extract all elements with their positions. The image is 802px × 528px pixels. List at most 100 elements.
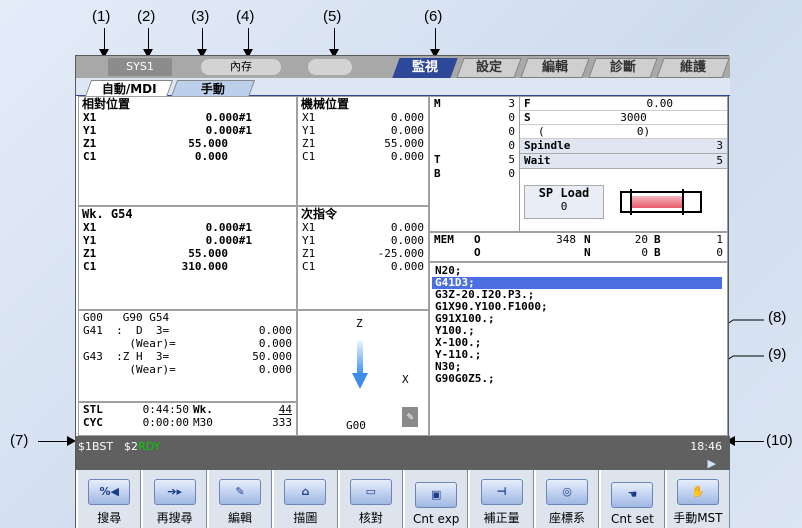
alarm-indicator [308,59,352,75]
system-indicator: SYS1 [108,58,172,76]
work-axis-y: Y1 [83,234,97,247]
function-key-label: Cnt exp [413,512,460,526]
page-next-icon[interactable]: ▶ [708,457,716,470]
tab-monitor[interactable]: 監視 [392,58,458,78]
check-icon: ▭ [349,479,392,505]
next-value-z: -25.000 [377,247,424,260]
next-value-x: 0.000 [390,221,424,234]
program-o-value-1: 348 [556,233,576,246]
function-key-1[interactable]: %◀ 搜尋 [76,470,142,528]
spindle-value: 3 [716,139,723,152]
function-key-label: 描圖 [293,511,318,525]
work-coordinate-title: Wk. G54 [82,207,133,221]
tab-diagnosis[interactable]: 診斷 [588,58,658,78]
m-code-value-2: 0 [508,111,515,124]
coordinate-icon: ◎ [546,479,589,505]
next-command-title: 次指令 [301,207,338,221]
function-key-bar: %◀ 搜尋 ➔▸ 再搜尋 ✎ 編輯 ⌂ 描圖 ▭ 核對 ▣ Cnt exp ⊣ 補正量 ◎ 座標系 ☚ Cnt s… [76,470,731,528]
feed-spindle-panel: F 0.00 S 3000 (0) Spindle 3 Wait 5 SP Load 0 [519,96,728,232]
cyc-label: CYC [83,416,103,429]
function-key-label: Cnt set [611,512,654,526]
next-value-c: 0.000 [390,260,424,273]
research-icon: ➔▸ [153,479,196,505]
relative-axis-c: C1 [83,150,97,163]
work-coordinate-panel: Wk. G54 X1 0.000#1 Y1 0.000#1 Z1 55.000 C1 3… [78,206,297,310]
cycle-time-panel: STL 0:44:50 Wk. 44 CYC 0:00:00 M30 333 [78,402,297,436]
search-icon: %◀ [88,479,131,505]
modal-g41-wear-value: 0.000 [258,337,292,350]
modal-g43-wear-label: (Wear)= [83,363,176,376]
block-b-label-1: B [654,233,661,246]
tool-axis-view: Z X G00 ✎ [297,310,429,436]
cnc-screen: SYS1 內存 監視 設定 編輯 診斷 維護 自動/MDI 手動 相對位置 X1… [75,55,731,528]
work-axis-z: Z1 [83,247,97,260]
machine-axis-z: Z1 [302,137,316,150]
work-value-z: 55.000 [188,247,228,260]
function-key-3[interactable]: ✎ 編輯 [206,470,273,528]
stl-label: STL [83,403,103,416]
sequence-n-value-1: 20 [634,233,648,246]
program-listing[interactable]: N20; G41D3; G3Z-20.I20.P3.; G1X90.Y100.F100… [429,262,728,436]
function-key-2[interactable]: ➔▸ 再搜尋 [141,470,207,528]
spindle-speed-value: 3000 [620,111,647,124]
spindle-load-label: SP Load [538,186,590,200]
mtb-code-panel: M 3 0 0 0 T 5 B 0 [429,96,519,232]
tab-maintenance[interactable]: 維護 [656,58,730,78]
work-value-x: 0.000#1 [205,221,252,234]
spindle-speed-label: S [524,111,531,124]
work-count-label: Wk. [193,403,213,416]
machine-value-z: 55.000 [384,137,424,150]
manual-mst-icon: ✋ [676,479,719,505]
spindle-load-box: SP Load 0 [524,185,604,219]
work-axis-c: C1 [83,260,97,273]
status-bar-lower: ▶ [76,457,730,470]
spindle-load-meter [620,189,702,215]
wait-label: Wait [524,154,551,167]
tab-setup[interactable]: 設定 [456,58,522,78]
next-axis-z: Z1 [302,247,316,260]
function-key-9[interactable]: ☚ Cnt set [599,470,665,528]
block-b-value-1: 1 [716,233,723,246]
relative-value-z: 55.000 [188,137,228,150]
block-b-label-2: B [654,246,661,259]
program-o-label-1: O [474,233,481,246]
plot-icon: ⌂ [284,479,327,505]
function-key-4[interactable]: ⌂ 描圖 [272,470,338,528]
work-value-c: 310.000 [181,260,228,273]
machine-axis-x: X1 [302,111,316,124]
stl-value: 0:44:50 [142,403,189,416]
machine-position-panel: 機械位置 X1 0.000 Y1 0.000 Z1 55.000 C1 0.000 [297,96,429,206]
m-code-label: M [434,97,441,110]
tab-edit[interactable]: 編輯 [520,58,590,78]
spindle-label: Spindle [524,139,571,152]
spindle-load-value: 0 [560,200,568,213]
machine-value-y: 0.000 [390,124,424,137]
offset-icon: ⊣ [480,479,523,505]
sub-tab-bar: 自動/MDI 手動 [76,78,730,97]
function-key-10[interactable]: ✋ 手動MST [664,470,731,528]
tool-direction-arrow [352,341,368,389]
function-key-label: 再搜尋 [156,511,193,525]
tool-change-icon[interactable]: ✎ [402,407,418,427]
function-key-5[interactable]: ▭ 核對 [337,470,404,528]
machine-value-c: 0.000 [390,150,424,163]
function-key-label: 座標系 [549,511,586,525]
function-key-6[interactable]: ▣ Cnt exp [403,470,469,528]
paren-open: ( [538,125,545,138]
m-code-value-1: 3 [508,97,515,110]
m30-label: M30 [193,416,213,429]
subtab-auto-mdi[interactable]: 自動/MDI [84,80,174,97]
work-value-y: 0.000#1 [205,234,252,247]
function-key-8[interactable]: ◎ 座標系 [533,470,600,528]
next-axis-x: X1 [302,221,316,234]
next-value-y: 0.000 [390,234,424,247]
spindle-load-bar [632,196,682,208]
machine-value-x: 0.000 [390,111,424,124]
function-key-label: 手動MST [673,511,723,525]
function-key-7[interactable]: ⊣ 補正量 [468,470,534,528]
subtab-manual[interactable]: 手動 [170,80,256,97]
t-code-value: 5 [508,153,515,166]
program-line: N20; [435,264,462,277]
relative-position-panel: 相對位置 X1 0.000#1 Y1 0.000#1 Z1 55.000 C1 0.00… [78,96,297,206]
relative-value-y: 0.000#1 [205,124,252,137]
